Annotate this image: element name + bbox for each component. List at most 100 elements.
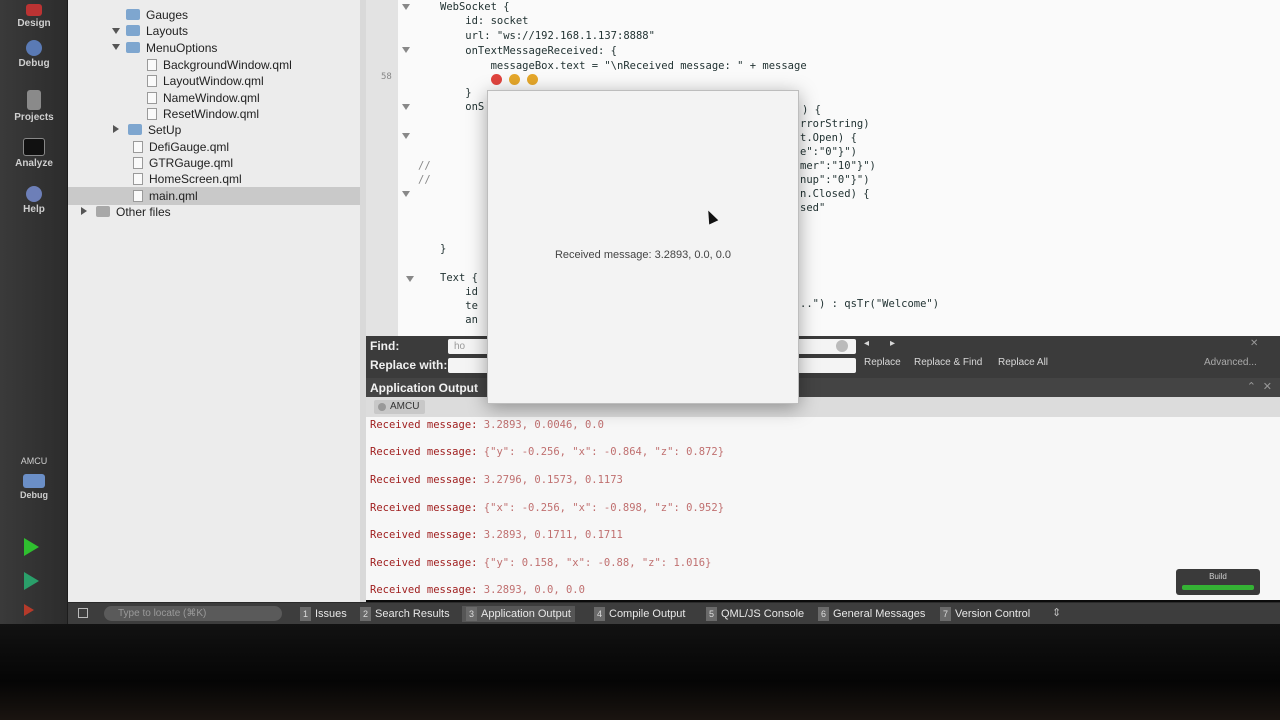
mode-design-label: Design xyxy=(17,18,51,29)
maximize-pane-icon[interactable]: ⌃ xyxy=(1247,380,1256,393)
tab-general-messages[interactable]: 6 General Messages xyxy=(814,606,929,622)
output-line: Received message: 3.2893, 0.1711, 0.1711 xyxy=(370,529,623,541)
locator-input[interactable]: Type to locate (⌘K) xyxy=(104,606,282,621)
mode-debug[interactable]: Debug xyxy=(4,40,64,69)
advanced-button[interactable]: Advanced... xyxy=(1204,357,1257,368)
collapse-arrow-icon[interactable] xyxy=(81,207,87,215)
mode-analyze-label: Analyze xyxy=(15,158,53,169)
expand-arrow-icon[interactable] xyxy=(112,28,120,34)
mode-design[interactable]: Design xyxy=(4,4,64,29)
kit-mode-label: Debug xyxy=(20,490,48,500)
replace-all-button[interactable]: Replace All xyxy=(998,357,1048,368)
tab-number: 6 xyxy=(818,607,829,621)
tree-item-label: GTRGauge.qml xyxy=(149,156,234,170)
find-next-icon[interactable]: ▸ xyxy=(890,338,895,349)
tree-item-label: SetUp xyxy=(148,123,182,137)
code-fragment: ..") : qsTr("Welcome") xyxy=(800,298,940,310)
fold-marker-icon[interactable] xyxy=(402,47,410,53)
projects-icon xyxy=(27,90,41,110)
tree-item-namewindow[interactable]: NameWindow.qml xyxy=(147,90,260,106)
tree-item-gauges[interactable]: Gauges xyxy=(126,7,188,23)
close-window-icon[interactable] xyxy=(491,74,502,85)
tree-item-backgroundwindow[interactable]: BackgroundWindow.qml xyxy=(147,57,292,73)
code-line: te xyxy=(440,300,478,312)
collapse-arrow-icon[interactable] xyxy=(113,125,119,133)
tree-item-other-files[interactable]: Other files xyxy=(96,204,171,220)
output-line-prefix: Received message: xyxy=(370,502,478,514)
replace-button[interactable]: Replace xyxy=(864,357,901,368)
mode-help[interactable]: Help xyxy=(4,186,64,215)
mode-debug-label: Debug xyxy=(18,58,50,69)
more-panes-icon[interactable]: ⇕ xyxy=(1052,606,1061,619)
tab-search-results[interactable]: 2 Search Results xyxy=(356,606,454,622)
output-line-prefix: Received message: xyxy=(370,446,478,458)
debug-run-icon[interactable] xyxy=(24,572,39,590)
fold-marker-icon[interactable] xyxy=(402,133,410,139)
application-output-log[interactable]: Received message: 3.2893, 0.0046, 0.0 Re… xyxy=(366,417,1280,600)
selected-row-highlight xyxy=(68,187,360,205)
output-line-prefix: Received message: xyxy=(370,529,478,541)
line-number-gutter xyxy=(366,0,398,336)
run-icon[interactable] xyxy=(24,538,39,556)
fold-marker-icon[interactable] xyxy=(402,104,410,110)
code-line: id: socket xyxy=(440,15,529,27)
qml-file-icon xyxy=(147,59,157,71)
output-line-value: 3.2893, 0.0, 0.0 xyxy=(483,584,585,596)
fold-marker-icon[interactable] xyxy=(402,191,410,197)
output-tab-amcu[interactable]: AMCU xyxy=(374,400,426,414)
minimize-window-icon[interactable] xyxy=(509,74,520,85)
fold-marker-icon[interactable] xyxy=(406,276,414,282)
tree-item-layouts[interactable]: Layouts xyxy=(126,23,188,39)
zoom-window-icon[interactable] xyxy=(527,74,538,85)
code-line: } xyxy=(440,243,447,255)
output-line-value: 3.2893, 0.1711, 0.1711 xyxy=(483,529,623,541)
tree-item-homescreen[interactable]: HomeScreen.qml xyxy=(133,171,242,187)
output-line-prefix: Received message: xyxy=(370,419,478,431)
kit-selector[interactable]: Debug xyxy=(4,474,64,501)
mode-projects[interactable]: Projects xyxy=(4,90,64,123)
qml-file-icon xyxy=(147,108,157,120)
code-line: url: "ws://192.168.1.137:8888" xyxy=(440,30,655,42)
replace-and-find-button[interactable]: Replace & Find xyxy=(914,357,982,368)
tree-item-main[interactable]: main.qml xyxy=(133,188,198,204)
tree-item-label: DefiGauge.qml xyxy=(149,140,230,154)
tree-item-resetwindow[interactable]: ResetWindow.qml xyxy=(147,106,259,122)
mode-selector-bar: Design Debug Projects Analyze Help AMCU … xyxy=(0,0,68,640)
tab-compile-output[interactable]: 4 Compile Output xyxy=(590,606,689,622)
build-hammer-icon[interactable] xyxy=(24,604,34,616)
tree-item-setup[interactable]: SetUp xyxy=(128,122,181,138)
mode-analyze[interactable]: Analyze xyxy=(4,138,64,169)
clear-search-icon[interactable] xyxy=(836,340,848,352)
tab-number: 3 xyxy=(466,607,477,621)
find-previous-icon[interactable]: ◂ xyxy=(864,338,869,349)
tab-version-control[interactable]: 7 Version Control xyxy=(936,606,1034,622)
tree-item-defigauge[interactable]: DefiGauge.qml xyxy=(133,139,229,155)
qml-file-icon xyxy=(147,92,157,104)
tab-issues[interactable]: 1 Issues xyxy=(296,606,351,622)
code-fragment: e":"0"}") xyxy=(800,146,857,158)
tree-item-menuoptions[interactable]: MenuOptions xyxy=(126,40,217,56)
fold-marker-icon[interactable] xyxy=(402,4,410,10)
toggle-sidebar-icon[interactable] xyxy=(78,608,88,618)
code-fragment: nup":"0"}") xyxy=(800,174,870,186)
tree-item-label: main.qml xyxy=(149,189,198,203)
expand-arrow-icon[interactable] xyxy=(112,44,120,50)
close-pane-icon[interactable]: ✕ xyxy=(1263,380,1272,393)
output-line-prefix: Received message: xyxy=(370,584,478,596)
monitor-bezel xyxy=(0,624,1280,720)
code-line: Text { xyxy=(440,272,478,284)
code-fragment: rrorString) xyxy=(800,118,870,130)
build-progress[interactable]: Build xyxy=(1176,569,1260,595)
tab-number: 2 xyxy=(360,607,371,621)
close-find-icon[interactable]: ✕ xyxy=(1250,338,1258,349)
tree-item-layoutwindow[interactable]: LayoutWindow.qml xyxy=(147,73,264,89)
tab-label: Issues xyxy=(315,608,347,620)
qml-file-icon xyxy=(133,157,143,169)
tab-qml-js-console[interactable]: 5 QML/JS Console xyxy=(702,606,808,622)
tree-item-gtrgauge[interactable]: GTRGauge.qml xyxy=(133,155,233,171)
tree-item-label: NameWindow.qml xyxy=(163,91,260,105)
output-pane-title: Application Output xyxy=(370,381,478,395)
app-window[interactable]: Received message: 3.2893, 0.0, 0.0 xyxy=(487,90,799,404)
output-line-value: 3.2893, 0.0046, 0.0 xyxy=(483,419,604,431)
tab-application-output[interactable]: 3 Application Output xyxy=(462,606,575,622)
